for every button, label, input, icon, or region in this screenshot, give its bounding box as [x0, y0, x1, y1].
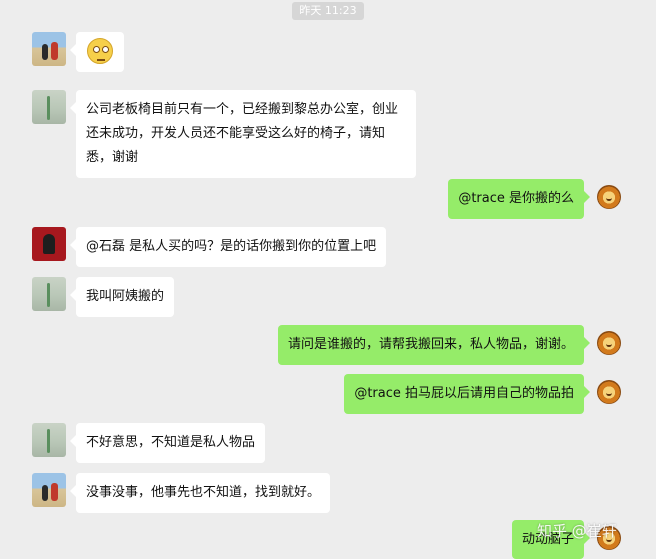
dizzy-face-emoji-icon [87, 38, 113, 64]
lion-avatar-icon [597, 380, 621, 404]
message-bubble[interactable]: 没事没事，他事先也不知道，找到就好。 [69, 473, 331, 513]
avatar[interactable] [32, 277, 66, 311]
message-text: @trace 拍马屁以后请用自己的物品拍 [354, 386, 574, 401]
lion-avatar-icon [597, 331, 621, 355]
watermark: 知乎 @崔轩 [537, 522, 617, 540]
timestamp-chip: 昨天 11:23 [292, 2, 364, 20]
avatar[interactable] [594, 182, 624, 212]
avatar[interactable] [32, 473, 66, 507]
avatar[interactable] [32, 227, 66, 261]
message-text: 没事没事，他事先也不知道，找到就好。 [86, 485, 321, 500]
message-text: 公司老板椅目前只有一个，已经搬到黎总办公室，创业还未成功，开发人员还不能享受这么… [86, 102, 399, 165]
message-bubble[interactable]: @trace 拍马屁以后请用自己的物品拍 [344, 374, 590, 414]
message-text: @石磊 是私人买的吗？是的话你搬到你的位置上吧 [86, 239, 377, 254]
avatar[interactable] [594, 377, 624, 407]
avatar[interactable] [32, 90, 66, 124]
message-bubble[interactable]: @trace 是你搬的么 [448, 179, 590, 219]
avatar[interactable] [32, 32, 66, 66]
message-text: 我叫阿姨搬的 [86, 289, 165, 304]
message-text: @trace 是你搬的么 [458, 191, 574, 206]
message-bubble[interactable]: 请问是谁搬的，请帮我搬回来，私人物品，谢谢。 [277, 325, 591, 365]
message-bubble[interactable]: @石磊 是私人买的吗？是的话你搬到你的位置上吧 [69, 227, 387, 267]
message-bubble[interactable]: 公司老板椅目前只有一个，已经搬到黎总办公室，创业还未成功，开发人员还不能享受这么… [70, 90, 416, 178]
avatar[interactable] [594, 328, 624, 358]
avatar[interactable] [32, 423, 66, 457]
message-bubble[interactable]: 我叫阿姨搬的 [69, 277, 175, 317]
message-bubble[interactable] [70, 32, 124, 72]
lion-avatar-icon [597, 185, 621, 209]
message-text: 请问是谁搬的，请帮我搬回来，私人物品，谢谢。 [287, 337, 574, 352]
message-bubble[interactable]: 不好意思，不知道是私人物品 [69, 423, 266, 463]
message-text: 不好意思，不知道是私人物品 [86, 435, 256, 450]
